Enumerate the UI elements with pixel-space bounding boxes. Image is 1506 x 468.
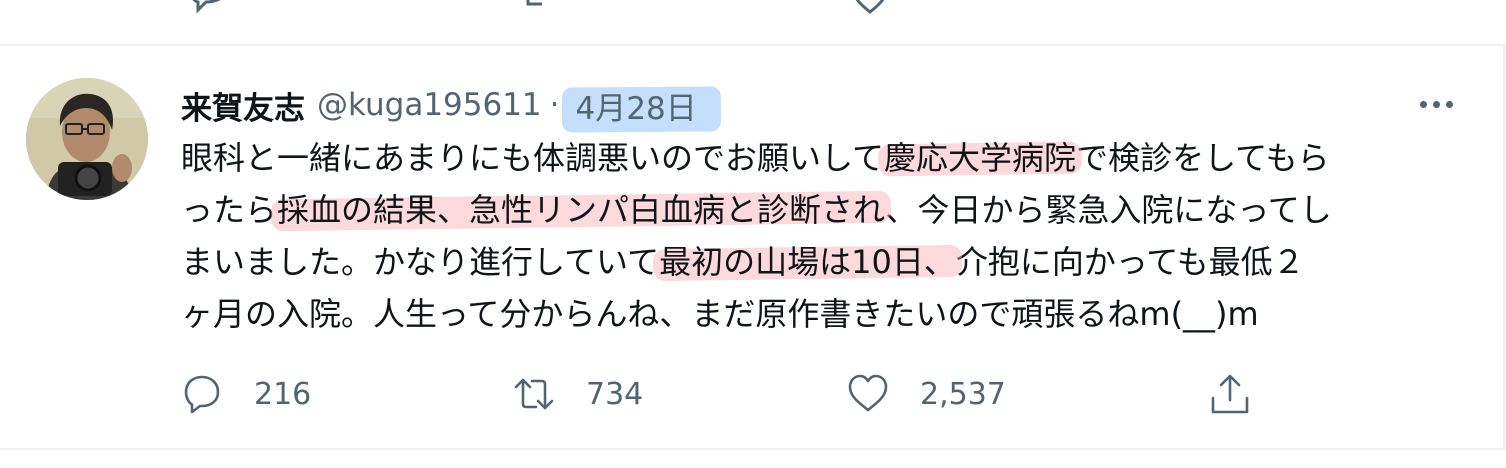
previous-tweet-actions bbox=[0, 0, 1506, 18]
separator-dot: · bbox=[549, 87, 560, 123]
avatar[interactable] bbox=[26, 78, 148, 200]
like-button[interactable]: 2,537 bbox=[846, 370, 1006, 418]
tweet-header: 来賀友志 @kuga195611 · 4月28日 bbox=[181, 82, 721, 128]
tweet-actions: 216 734 2,537 bbox=[0, 370, 1506, 418]
heart-icon[interactable] bbox=[850, 0, 890, 22]
user-handle[interactable]: @kuga195611 bbox=[317, 87, 542, 123]
text-segment: ヶ月の入院。人生って分からんね、まだ原作書きたいので頑張るねm(__)m bbox=[181, 295, 1259, 333]
text-segment: まいました。かなり進行していて bbox=[181, 243, 660, 281]
reply-icon[interactable] bbox=[188, 0, 228, 22]
highlighted-text: 慶応大学病院 bbox=[884, 139, 1077, 177]
text-segment: 眼科と一緒にあまりにも体調悪いのでお願いして bbox=[181, 139, 885, 177]
tweet-text-line: ったら採血の結果、急性リンパ白血病と診断され、今日から緊急入院になってし bbox=[181, 184, 1471, 236]
retweet-button[interactable]: 734 bbox=[512, 370, 643, 418]
tweet-text-line: 眼科と一緒にあまりにも体調悪いのでお願いして慶応大学病院で検診をしてもら bbox=[181, 132, 1471, 184]
tweet-text-line: まいました。かなり進行していて最初の山場は10日、介抱に向かっても最低２ bbox=[181, 236, 1471, 288]
reply-icon bbox=[184, 375, 220, 414]
more-options-icon[interactable] bbox=[1414, 92, 1458, 116]
text-segment: 、今日から緊急入院になってし bbox=[885, 191, 1332, 229]
tweet-text: 眼科と一緒にあまりにも体調悪いのでお願いして慶応大学病院で検診をしてもら ったら採… bbox=[181, 132, 1471, 340]
text-segment: ったら bbox=[181, 191, 278, 229]
highlighted-text: 採血の結果、急性リンパ白血病と診断され bbox=[277, 191, 886, 229]
retweet-icon[interactable] bbox=[520, 0, 560, 22]
text-segment: 介抱に向かっても最低２ bbox=[955, 243, 1305, 281]
share-icon[interactable] bbox=[1210, 0, 1250, 22]
tweet-date[interactable]: 4月28日 bbox=[568, 83, 721, 128]
display-name[interactable]: 来賀友志 bbox=[181, 83, 305, 128]
tweet-text-line: ヶ月の入院。人生って分からんね、まだ原作書きたいので頑張るねm(__)m bbox=[181, 288, 1471, 340]
divider bbox=[0, 44, 1506, 46]
like-count: 2,537 bbox=[920, 376, 1006, 412]
retweet-count: 734 bbox=[586, 376, 644, 412]
heart-icon bbox=[848, 374, 888, 412]
retweet-icon bbox=[514, 378, 554, 410]
share-icon bbox=[1211, 374, 1249, 414]
text-segment: で検診をしてもら bbox=[1076, 139, 1330, 177]
divider bbox=[0, 448, 1506, 450]
share-button[interactable] bbox=[1208, 370, 1252, 418]
reply-count: 216 bbox=[254, 376, 312, 412]
reply-button[interactable]: 216 bbox=[180, 370, 311, 418]
highlighted-text: 最初の山場は10日、 bbox=[659, 243, 956, 281]
